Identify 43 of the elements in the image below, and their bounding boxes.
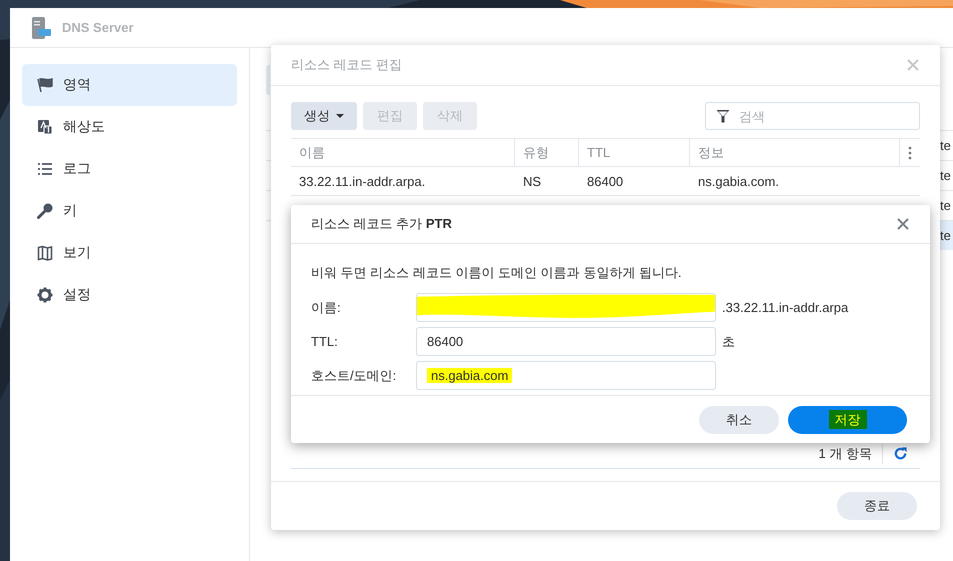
sidebar-item[interactable]: 설정 [22, 274, 237, 316]
sidebar-item[interactable]: 영역 [22, 64, 237, 106]
close-button[interactable]: 종료 [837, 492, 917, 520]
list-icon [37, 161, 53, 177]
input-field[interactable] [416, 293, 716, 322]
flag-icon [37, 77, 53, 93]
dialog-title: 리소스 레코드 편집 [291, 56, 402, 74]
table-cell-text: NS [522, 172, 542, 190]
field-label: 호스트/도메인: [311, 366, 398, 384]
close-icon[interactable] [897, 218, 909, 230]
sidebar-item[interactable]: 보기 [22, 232, 237, 274]
settings-icon [37, 287, 53, 303]
table-cell-text: 33.22.11.in-addr.arpa. [298, 172, 426, 191]
field-suffix: 초 [722, 332, 735, 350]
refresh-icon[interactable] [893, 446, 908, 461]
input-field[interactable]: ns.gabia.com [416, 361, 716, 390]
document-icon [37, 119, 53, 135]
window-title: DNS Server [62, 20, 134, 35]
cancel-button[interactable]: 취소 [699, 406, 779, 434]
hint-text: 비워 두면 리소스 레코드 이름이 도메인 이름과 동일하게 됩니다. [311, 264, 683, 282]
input-field[interactable]: 86400 [416, 327, 716, 356]
table-cell-text: ns.gabia.com. [697, 172, 780, 191]
field-suffix: .33.22.11.in-addr.arpa [722, 300, 848, 315]
caret-icon [336, 114, 344, 118]
table-cell-text: 86400 [586, 172, 624, 190]
sidebar-item[interactable]: 로그 [22, 148, 237, 190]
filter-icon [716, 109, 730, 123]
field-label: 이름: [311, 298, 342, 316]
zone-row[interactable]: te [940, 221, 953, 250]
save-button[interactable]: 저장 [788, 406, 907, 434]
search-field[interactable]: 검색 [705, 102, 920, 130]
key-icon [37, 203, 53, 219]
create-menu-button[interactable]: 생성 [291, 102, 357, 130]
zone-row[interactable]: te [940, 161, 953, 190]
sidebar-item[interactable]: 해상도 [22, 106, 237, 148]
zone-row[interactable]: te [940, 191, 953, 220]
zone-row[interactable]: te [940, 131, 953, 160]
item-count: 1 개 항목 [818, 444, 872, 462]
dialog-title: 리소스 레코드 추가 PTR [311, 215, 452, 233]
field-label: TTL: [311, 334, 339, 349]
more-icon[interactable] [908, 146, 912, 160]
sidebar-item[interactable]: 키 [22, 190, 237, 232]
map-icon [37, 245, 53, 261]
